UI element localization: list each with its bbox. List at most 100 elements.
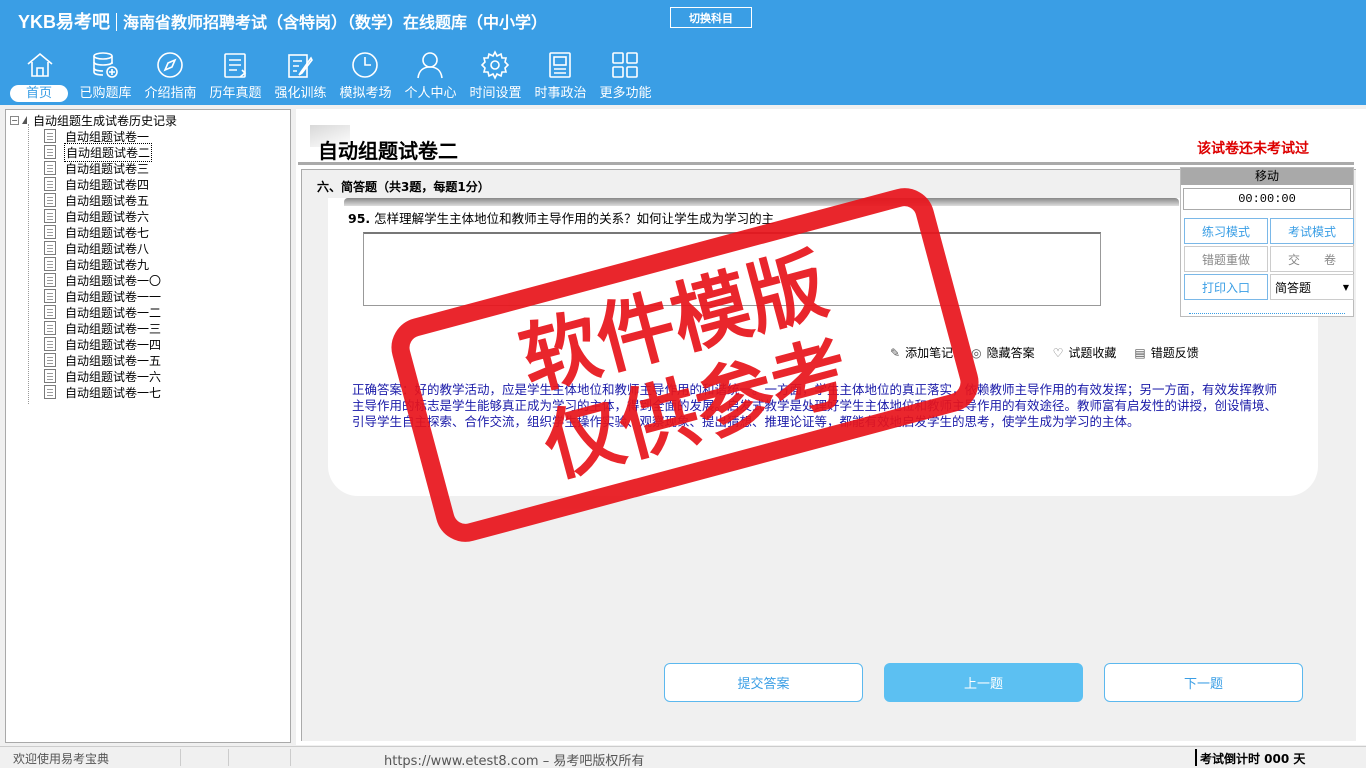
tree-item-label: 自动组题试卷一五 <box>65 353 162 368</box>
tree-item-label: 自动组题试卷一〇 <box>65 273 162 288</box>
document-icon <box>44 273 56 287</box>
document-icon <box>44 209 56 223</box>
app-logo: YKB易考吧 <box>18 12 111 32</box>
tree-item[interactable]: 自动组题试卷三 <box>44 160 162 176</box>
redo-wrong-button[interactable]: 错题重做 <box>1184 246 1268 272</box>
book-icon <box>549 52 571 78</box>
tree-item-label: 自动组题试卷一二 <box>65 305 162 320</box>
tree-item-label: 自动组题试卷一四 <box>65 337 162 352</box>
nav-home[interactable]: 首页 <box>8 48 73 104</box>
nav-home-label: 首页 <box>10 85 68 102</box>
nav-current-affairs[interactable]: 时事政治 <box>528 48 593 104</box>
document-icon <box>44 145 56 159</box>
tree-item-label: 自动组题试卷七 <box>65 225 150 240</box>
tree-item-label: 自动组题试卷五 <box>65 193 150 208</box>
list-icon <box>224 53 247 78</box>
submit-answer-button[interactable]: 提交答案 <box>664 663 863 702</box>
eye-icon: ◎ <box>971 345 982 360</box>
nav-training[interactable]: 强化训练 <box>268 48 333 104</box>
panel-drag-handle[interactable]: 移动 <box>1181 168 1353 185</box>
tree-item[interactable]: 自动组题试卷一三 <box>44 320 162 336</box>
prev-question-button[interactable]: 上一题 <box>884 663 1083 702</box>
document-icon <box>44 241 56 255</box>
tree-item-label: 自动组题试卷一六 <box>65 369 162 384</box>
favorite-button[interactable]: ♡ 试题收藏 <box>1053 344 1117 361</box>
add-note-button[interactable]: ✎ 添加笔记 <box>890 344 953 361</box>
tree-item[interactable]: 自动组题试卷六 <box>44 208 162 224</box>
feedback-icon: ▤ <box>1134 345 1146 360</box>
nav-past-papers[interactable]: 历年真题 <box>203 48 268 104</box>
tree-item[interactable]: 自动组题试卷五 <box>44 192 162 208</box>
nav-mock-exam-label: 模拟考场 <box>339 86 392 101</box>
report-error-button[interactable]: ▤ 错题反馈 <box>1134 344 1198 361</box>
exam-countdown: 考试倒计时 000 天 <box>1200 752 1306 766</box>
user-icon <box>417 52 443 79</box>
answer-input[interactable] <box>363 232 1101 306</box>
document-icon <box>44 161 56 175</box>
document-icon <box>44 193 56 207</box>
edit-icon <box>288 54 313 78</box>
correct-answer: 正确答案：好的教学活动，应是学生主体地位和教师主导作用的和谐统一。一方面，学生主… <box>352 382 1278 429</box>
nav-more[interactable]: 更多功能 <box>593 48 658 104</box>
document-icon <box>44 305 56 319</box>
document-icon <box>44 177 56 191</box>
question-nav-buttons: 提交答案 上一题 下一题 <box>664 663 1303 702</box>
clock-icon <box>352 52 378 78</box>
history-tree[interactable]: − 自动组题生成试卷历史记录 自动组题试卷一 自动组题试卷二 自动组题试卷三 自动组题… <box>5 109 291 743</box>
tree-item[interactable]: 自动组题试卷八 <box>44 240 162 256</box>
tree-root[interactable]: − 自动组题生成试卷历史记录 <box>10 112 177 128</box>
document-icon <box>44 369 56 383</box>
switch-subject-button[interactable]: 切换科目 <box>670 7 752 28</box>
tree-item[interactable]: 自动组题试卷一〇 <box>44 272 162 288</box>
welcome-text: 欢迎使用易考宝典 <box>13 752 110 766</box>
section-title: 六、简答题（共3题，每题1分） <box>317 180 490 194</box>
tree-item[interactable]: 自动组题试卷二 <box>44 142 162 162</box>
tree-item-label: 自动组题试卷八 <box>65 241 150 256</box>
tree-item-label: 自动组题试卷一七 <box>65 385 162 400</box>
document-icon <box>44 337 56 351</box>
nav-profile[interactable]: 个人中心 <box>398 48 463 104</box>
tree-item[interactable]: 自动组题试卷一一 <box>44 288 162 304</box>
tree-item-label: 自动组题试卷四 <box>65 177 150 192</box>
tree-item[interactable]: 自动组题试卷七 <box>44 224 162 240</box>
app-title-text: 海南省教师招聘考试（含特岗）（数学）在线题库（中小学） <box>123 13 548 32</box>
nav-purchased[interactable]: 已购题库 <box>73 48 138 104</box>
question-type-select[interactable]: 简答题 ▼ <box>1270 274 1354 300</box>
home-icon <box>27 52 53 77</box>
tree-root-label: 自动组题生成试卷历史记录 <box>33 113 178 128</box>
print-button[interactable]: 打印入口 <box>1184 274 1268 300</box>
tree-item-label: 自动组题试卷六 <box>65 209 150 224</box>
tree-item[interactable]: 自动组题试卷九 <box>44 256 162 272</box>
tree-item[interactable]: 自动组题试卷一六 <box>44 368 162 384</box>
practice-mode-button[interactable]: 练习模式 <box>1184 218 1268 244</box>
document-icon <box>44 225 56 239</box>
tree-item-label: 自动组题试卷三 <box>65 161 150 176</box>
app-title: YKB易考吧 海南省教师招聘考试（含特岗）（数学）在线题库（中小学） <box>18 8 547 34</box>
tree-item[interactable]: 自动组题试卷一二 <box>44 304 162 320</box>
nav-current-affairs-label: 时事政治 <box>534 86 587 101</box>
nav-mock-exam[interactable]: 模拟考场 <box>333 48 398 104</box>
exam-mode-button[interactable]: 考试模式 <box>1270 218 1354 244</box>
question-tools: ✎ 添加笔记 ◎ 隐藏答案 ♡ 试题收藏 ▤ 错题反馈 <box>890 344 1199 361</box>
hide-answer-button[interactable]: ◎ 隐藏答案 <box>971 344 1035 361</box>
tree-item[interactable]: 自动组题试卷四 <box>44 176 162 192</box>
nav-more-label: 更多功能 <box>599 86 652 101</box>
nav-past-papers-label: 历年真题 <box>209 86 262 101</box>
status-bar: 欢迎使用易考宝典 https://www.etest8.com – 易考吧版权所… <box>0 746 1366 768</box>
collapse-icon[interactable]: − <box>10 115 19 125</box>
tree-item[interactable]: 自动组题试卷一四 <box>44 336 162 352</box>
grid-icon <box>612 52 638 78</box>
nav-time-settings[interactable]: 时间设置 <box>463 48 528 104</box>
dropdown-arrow-icon: ▼ <box>1342 282 1349 292</box>
gear-icon <box>480 50 510 80</box>
tree-items: 自动组题试卷一 自动组题试卷二 自动组题试卷三 自动组题试卷四 自动组题试卷五 自动组题试… <box>44 128 162 400</box>
nav-guide[interactable]: 介绍指南 <box>138 48 203 104</box>
exam-status: 该试卷还未考试过 <box>1197 141 1309 157</box>
tree-item[interactable]: 自动组题试卷一七 <box>44 384 162 400</box>
submit-paper-button[interactable]: 交 卷 <box>1270 246 1354 272</box>
compass-icon <box>157 52 183 78</box>
document-icon <box>44 129 56 143</box>
next-question-button[interactable]: 下一题 <box>1104 663 1303 702</box>
tree-item[interactable]: 自动组题试卷一五 <box>44 352 162 368</box>
document-icon <box>44 385 56 399</box>
